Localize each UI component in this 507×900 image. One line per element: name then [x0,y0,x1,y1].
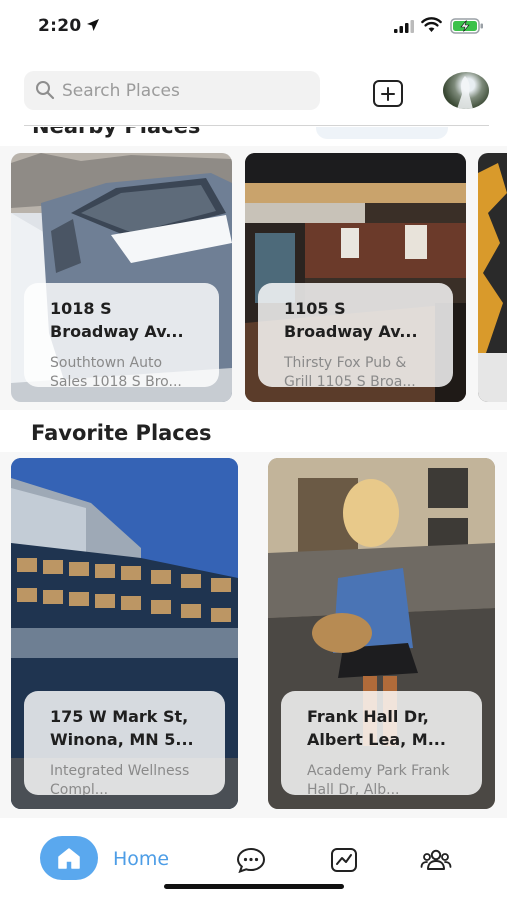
place-description: Southtown Auto Sales 1018 S Bro... [50,355,182,387]
place-card[interactable] [478,153,507,402]
place-card[interactable]: 1018 S Broadway Av... Southtown Auto Sal… [11,153,232,402]
status-time: 2:20 [38,16,82,36]
place-info-overlay: 1018 S Broadway Av... Southtown Auto Sal… [24,283,219,387]
wifi-icon [421,17,442,32]
favorite-place-card[interactable]: Frank Hall Dr, Albert Lea, M... Academy … [268,458,495,809]
nav-home-button[interactable] [40,836,98,880]
search-bar[interactable] [24,71,320,110]
place-address: 1018 S Broadway Av... [50,299,184,341]
search-icon [36,81,55,100]
place-description: Integrated Wellness Compl... [50,763,190,795]
place-description: Thirsty Fox Pub & Grill 1105 S Broa... [284,355,416,387]
section-toggle-pill[interactable] [316,127,448,139]
place-description: Academy Park Frank Hall Dr, Alb... [307,763,450,795]
location-arrow-icon [87,19,99,31]
header-divider [24,125,489,126]
favorites-section-title: Favorite Places [31,421,212,445]
place-address: 1105 S Broadway Av... [284,299,418,341]
search-input[interactable] [62,71,312,110]
chat-icon[interactable] [236,847,266,873]
place-info-overlay: Frank Hall Dr, Albert Lea, M... Academy … [281,691,482,795]
profile-avatar[interactable] [443,72,489,109]
battery-charging-icon [450,18,483,34]
place-address: 175 W Mark St, Winona, MN 5... [50,707,194,749]
group-icon[interactable] [420,847,452,873]
cellular-signal-icon [394,20,414,33]
home-indicator[interactable] [164,884,344,889]
activity-chart-icon[interactable] [329,847,359,873]
nearby-section-header: Nearby Places [0,127,507,140]
place-info-overlay: 175 W Mark St, Winona, MN 5... Integrate… [24,691,225,795]
add-place-button[interactable] [373,80,403,107]
home-icon [58,848,80,869]
place-address: Frank Hall Dr, Albert Lea, M... [307,707,446,749]
nearby-section-title: Nearby Places [32,127,200,138]
nav-home-label[interactable]: Home [113,848,169,870]
avatar-photo [457,76,473,109]
place-info-overlay: 1105 S Broadway Av... Thirsty Fox Pub & … [258,283,453,387]
status-bar: 2:20 [0,0,507,52]
place-photo [478,153,507,402]
plus-icon [381,86,395,101]
place-card[interactable]: 1105 S Broadway Av... Thirsty Fox Pub & … [245,153,466,402]
favorite-place-card[interactable]: 175 W Mark St, Winona, MN 5... Integrate… [11,458,238,809]
